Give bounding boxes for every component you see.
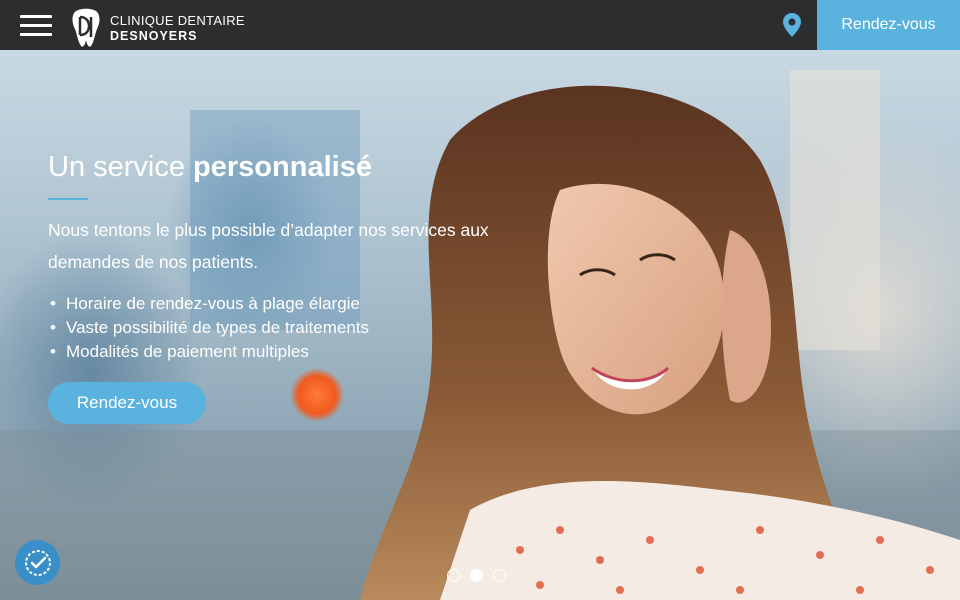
carousel-dot-2[interactable] — [470, 569, 483, 582]
site-header: CLINIQUE DENTAIRE DESNOYERS Rendez-vous — [0, 0, 960, 50]
hero-title-bold: personnalisé — [193, 151, 372, 183]
carousel-dot-1[interactable] — [447, 569, 460, 582]
brand-name-line2: DESNOYERS — [110, 28, 198, 43]
hero-description: Nous tentons le plus possible d’adapter … — [48, 220, 489, 272]
carousel-pagination — [447, 569, 506, 582]
carousel-dot-3[interactable] — [493, 569, 506, 582]
title-underline — [48, 198, 88, 200]
accessibility-button[interactable] — [15, 540, 60, 585]
hero-appointment-button[interactable]: Rendez-vous — [48, 382, 206, 424]
list-item: Vaste possibilité de types de traitement… — [48, 316, 508, 340]
accessibility-check-icon — [24, 549, 51, 576]
list-item: Modalités de paiement multiples — [48, 340, 508, 364]
hero-feature-list: Horaire de rendez-vous à plage élargie V… — [48, 292, 508, 364]
hero-title-regular: Un service — [48, 151, 194, 183]
clinic-logo[interactable]: CLINIQUE DENTAIRE DESNOYERS — [70, 8, 245, 48]
list-item: Horaire de rendez-vous à plage élargie — [48, 292, 508, 316]
tooth-logo-icon — [72, 8, 100, 47]
hero-slider: Un service personnalisé Nous tentons le … — [0, 50, 960, 600]
brand-name-line1: CLINIQUE DENTAIRE — [110, 12, 245, 28]
hero-text-panel: Un service personnalisé Nous tentons le … — [48, 148, 508, 424]
hero-title: Un service personnalisé — [48, 148, 508, 186]
header-appointment-button[interactable]: Rendez-vous — [817, 0, 960, 50]
map-pin-icon[interactable] — [783, 13, 801, 37]
hamburger-menu-icon[interactable] — [20, 15, 52, 37]
